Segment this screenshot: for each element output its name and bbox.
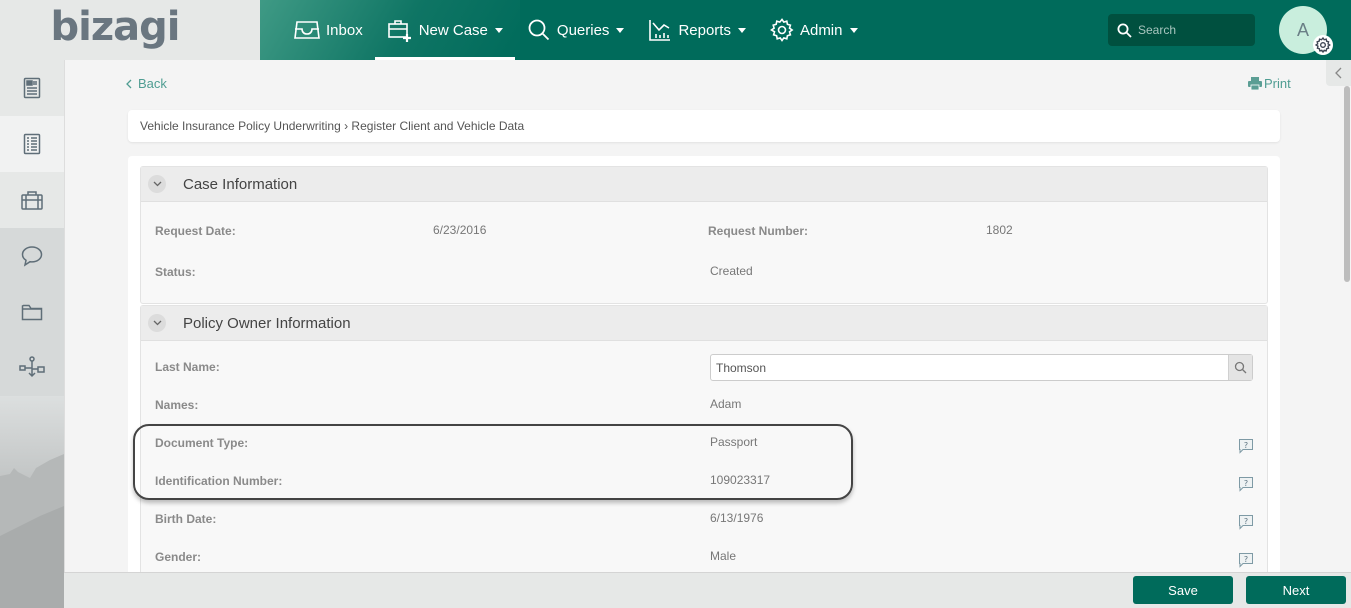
svg-text:?: ? bbox=[1244, 479, 1248, 488]
help-comment-icon[interactable]: ? bbox=[1238, 552, 1254, 568]
vertical-scrollbar[interactable] bbox=[1344, 86, 1350, 282]
chart-icon bbox=[649, 20, 671, 41]
sidebar-item-work-portfolio[interactable] bbox=[0, 172, 64, 228]
birth-date-value: 6/13/1976 bbox=[710, 511, 764, 525]
identification-number-value: 109023317 bbox=[710, 473, 771, 487]
main-nav: Inbox New Case Queries Reports Admin bbox=[282, 0, 870, 60]
sidebar-item-files[interactable] bbox=[0, 284, 64, 340]
svg-text:?: ? bbox=[1244, 555, 1248, 564]
help-comment-icon[interactable]: ? bbox=[1238, 438, 1254, 454]
nav-new-case-label: New Case bbox=[418, 21, 488, 39]
sidebar-item-process-map[interactable] bbox=[0, 340, 64, 396]
breadcrumb-text: Vehicle Insurance Policy Underwriting › … bbox=[140, 119, 525, 133]
nav-admin-label: Admin bbox=[799, 21, 843, 39]
last-name-input[interactable] bbox=[711, 355, 1228, 380]
help-comment-icon[interactable]: ? bbox=[1238, 476, 1254, 492]
collapse-chevron-icon[interactable] bbox=[148, 175, 166, 193]
print-link[interactable]: Print bbox=[1248, 76, 1291, 91]
status-label: Status: bbox=[155, 265, 196, 279]
back-link[interactable]: Back bbox=[125, 76, 167, 91]
nav-new-case[interactable]: New Case bbox=[374, 0, 516, 60]
sidebar-item-activities[interactable] bbox=[0, 116, 64, 172]
gender-label: Gender: bbox=[155, 550, 202, 564]
bizagi-logo[interactable]: bizagi bbox=[51, 4, 181, 50]
printer-icon bbox=[1248, 77, 1262, 90]
nav-inbox[interactable]: Inbox bbox=[282, 0, 375, 60]
names-value: Adam bbox=[710, 397, 742, 411]
status-value: Created bbox=[710, 264, 753, 278]
activities-list-icon bbox=[23, 133, 41, 155]
names-label: Names: bbox=[155, 398, 199, 412]
back-label: Back bbox=[138, 76, 167, 91]
search-input[interactable] bbox=[1138, 23, 1248, 37]
svg-text:?: ? bbox=[1244, 441, 1248, 450]
avatar-initial: A bbox=[1296, 19, 1309, 40]
search-icon bbox=[1234, 361, 1247, 374]
case-information-title: Case Information bbox=[183, 175, 298, 193]
birth-date-label: Birth Date: bbox=[155, 512, 217, 526]
right-panel-toggle[interactable] bbox=[1326, 60, 1351, 86]
case-information-header[interactable]: Case Information bbox=[141, 167, 1267, 202]
nav-reports-label: Reports bbox=[678, 21, 731, 39]
policy-owner-title: Policy Owner Information bbox=[183, 314, 351, 332]
caret-down-icon bbox=[494, 27, 503, 33]
request-number-label: Request Number: bbox=[708, 224, 809, 238]
search-icon bbox=[1117, 23, 1132, 38]
chevron-left-icon bbox=[1334, 67, 1341, 79]
case-summary-icon bbox=[23, 77, 41, 99]
collapse-chevron-icon[interactable] bbox=[148, 314, 166, 332]
gear-icon bbox=[769, 18, 794, 42]
process-flow-icon bbox=[19, 356, 45, 378]
policy-owner-panel: Policy Owner Information bbox=[140, 305, 1268, 585]
nav-queries-label: Queries bbox=[556, 21, 610, 39]
nav-inbox-label: Inbox bbox=[326, 21, 363, 39]
sidebar-item-comments[interactable] bbox=[0, 228, 64, 284]
request-date-label: Request Date: bbox=[155, 224, 236, 238]
gear-icon bbox=[1315, 37, 1331, 53]
global-search[interactable] bbox=[1108, 14, 1255, 46]
breadcrumb: Vehicle Insurance Policy Underwriting › … bbox=[128, 110, 1280, 142]
new-case-icon bbox=[387, 20, 411, 42]
inbox-icon bbox=[294, 21, 320, 39]
nav-reports[interactable]: Reports bbox=[636, 0, 758, 60]
caret-down-icon bbox=[737, 27, 746, 33]
briefcase-icon bbox=[21, 191, 43, 210]
print-label: Print bbox=[1264, 76, 1291, 91]
caret-down-icon bbox=[849, 27, 858, 33]
save-button[interactable]: Save bbox=[1133, 576, 1233, 604]
last-name-search-field[interactable] bbox=[710, 354, 1253, 381]
logo-area[interactable]: bizagi bbox=[0, 0, 260, 60]
document-type-label: Document Type: bbox=[155, 436, 249, 450]
nav-queries[interactable]: Queries bbox=[515, 0, 637, 60]
last-name-label: Last Name: bbox=[155, 360, 220, 374]
help-comment-icon[interactable]: ? bbox=[1238, 514, 1254, 530]
comments-icon bbox=[21, 246, 43, 267]
top-bar: bizagi Inbox New Case Queries Reports Ad… bbox=[0, 0, 1351, 60]
nav-admin[interactable]: Admin bbox=[758, 0, 870, 60]
user-settings-button[interactable] bbox=[1313, 35, 1333, 55]
identification-number-label: Identification Number: bbox=[155, 474, 283, 488]
folder-icon bbox=[21, 304, 43, 321]
sidebar-item-case-summary[interactable] bbox=[0, 60, 64, 116]
search-icon bbox=[528, 19, 550, 41]
request-date-value: 6/23/2016 bbox=[433, 223, 487, 237]
request-number-value: 1802 bbox=[986, 223, 1013, 237]
gender-value: Male bbox=[710, 549, 737, 563]
mountain-image bbox=[0, 454, 64, 608]
chevron-left-icon bbox=[126, 79, 132, 88]
next-button[interactable]: Next bbox=[1246, 576, 1346, 604]
document-type-value: Passport bbox=[710, 435, 758, 449]
svg-text:?: ? bbox=[1244, 517, 1248, 526]
sidebar-background-image bbox=[0, 396, 64, 608]
policy-owner-header[interactable]: Policy Owner Information bbox=[141, 306, 1267, 341]
last-name-search-button[interactable] bbox=[1228, 355, 1252, 380]
case-information-panel: Case Information bbox=[140, 166, 1268, 304]
caret-down-icon bbox=[616, 27, 625, 33]
